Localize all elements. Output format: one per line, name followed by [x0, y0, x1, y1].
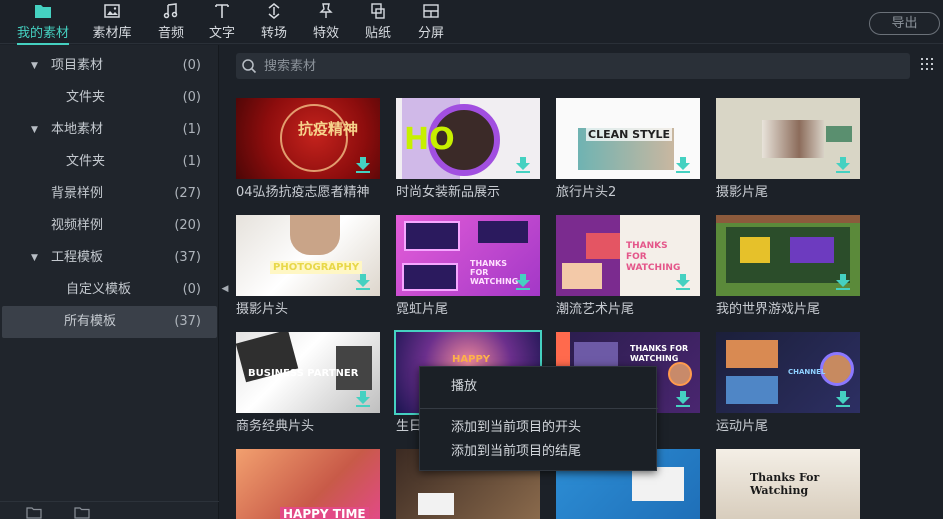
image-library-icon	[104, 4, 120, 18]
download-icon[interactable]	[356, 157, 370, 173]
download-icon[interactable]	[356, 391, 370, 407]
template-thumbnail[interactable]: PHOTOGRAPHY	[236, 215, 380, 296]
download-icon[interactable]	[356, 274, 370, 290]
template-thumbnail[interactable]: THANKS FOR WATCHING	[396, 215, 540, 296]
template-thumbnail[interactable]	[716, 215, 860, 296]
new-folder-icon[interactable]	[26, 506, 42, 519]
tab-text[interactable]: 文字	[208, 2, 236, 42]
sidebar-item-background-samples[interactable]: 背景样例 (27)	[0, 178, 219, 210]
template-thumbnail[interactable]	[716, 98, 860, 179]
effects-pin-icon	[319, 3, 333, 18]
transition-icon	[268, 3, 280, 19]
template-thumbnail[interactable]: Thanks For Watching	[716, 449, 860, 519]
sidebar-footer	[0, 501, 219, 519]
import-folder-icon[interactable]	[74, 506, 90, 519]
sidebar: ▼ 项目素材 (0) 文件夹 (0) ▼ 本地素材 (1) 文件夹 (1) 背景…	[0, 45, 219, 519]
template-thumbnail[interactable]: THANKS FOR WATCHING	[556, 215, 700, 296]
collapse-sidebar-icon[interactable]: ◀	[220, 275, 230, 303]
template-thumbnail[interactable]: CLEAN STYLE	[556, 98, 700, 179]
search-input[interactable]	[264, 56, 884, 76]
grid-view-icon[interactable]	[921, 58, 935, 72]
expand-arrow-icon[interactable]: ▼	[31, 50, 38, 82]
download-icon[interactable]	[516, 274, 530, 290]
download-icon[interactable]	[836, 157, 850, 173]
tab-media-library[interactable]: 素材库	[92, 2, 132, 42]
menu-item-play[interactable]: 播放	[420, 375, 658, 399]
tab-transitions[interactable]: 转场	[260, 2, 288, 42]
template-thumbnail[interactable]: HAPPY TIME	[236, 449, 380, 519]
sticker-icon	[371, 3, 385, 19]
template-thumbnail[interactable]: HO	[396, 98, 540, 179]
folder-icon	[35, 5, 51, 18]
expand-arrow-icon[interactable]: ▼	[31, 114, 38, 146]
download-icon[interactable]	[836, 274, 850, 290]
tab-audio[interactable]: 音频	[157, 2, 185, 42]
download-icon[interactable]	[676, 157, 690, 173]
music-note-icon	[163, 3, 178, 19]
top-toolbar: 我的素材 素材库 音频 文字 转场 特效 贴纸 分屏 导出	[0, 0, 943, 45]
menu-divider	[420, 408, 658, 409]
tab-effects[interactable]: 特效	[312, 2, 340, 42]
search-icon	[242, 59, 257, 74]
download-icon[interactable]	[676, 391, 690, 407]
template-thumbnail[interactable]: 抗疫精神	[236, 98, 380, 179]
sidebar-item-project-media[interactable]: ▼ 项目素材 (0)	[0, 50, 219, 82]
download-icon[interactable]	[836, 391, 850, 407]
sidebar-item-local-media[interactable]: ▼ 本地素材 (1)	[0, 114, 219, 146]
export-button[interactable]: 导出	[869, 12, 940, 35]
menu-item-add-to-end[interactable]: 添加到当前项目的结尾	[420, 440, 658, 464]
split-screen-icon	[423, 4, 439, 18]
context-menu: 播放 添加到当前项目的开头 添加到当前项目的结尾	[419, 366, 658, 471]
search-bar	[236, 53, 910, 79]
sidebar-item-video-samples[interactable]: 视频样例 (20)	[0, 210, 219, 242]
tab-stickers[interactable]: 贴纸	[364, 2, 392, 42]
text-icon	[215, 4, 229, 18]
template-thumbnail[interactable]: BUSINESS PARTNER	[236, 332, 380, 413]
expand-arrow-icon[interactable]: ▼	[31, 242, 38, 274]
tab-my-media[interactable]: 我的素材	[17, 2, 69, 45]
template-thumbnail[interactable]: CHANNEL	[716, 332, 860, 413]
tab-split-screen[interactable]: 分屏	[417, 2, 445, 42]
sidebar-item-custom-templates[interactable]: 自定义模板 (0)	[0, 274, 219, 306]
download-icon[interactable]	[516, 157, 530, 173]
sidebar-item-project-folder[interactable]: 文件夹 (0)	[0, 82, 219, 114]
download-icon[interactable]	[676, 274, 690, 290]
sidebar-item-local-folder[interactable]: 文件夹 (1)	[0, 146, 219, 178]
sidebar-item-all-templates[interactable]: 所有模板 (37)	[2, 306, 217, 338]
menu-item-add-to-start[interactable]: 添加到当前项目的开头	[420, 416, 658, 440]
sidebar-item-project-templates[interactable]: ▼ 工程模板 (37)	[0, 242, 219, 274]
